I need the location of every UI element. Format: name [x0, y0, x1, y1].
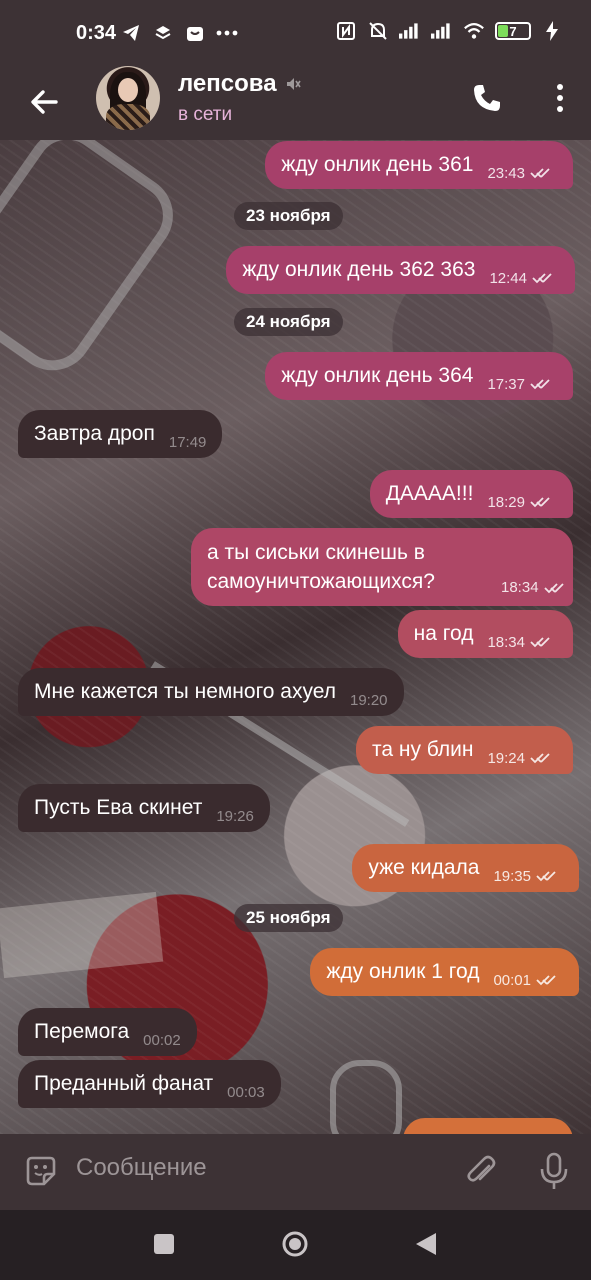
telegram-icon — [120, 22, 142, 44]
microphone-icon[interactable] — [539, 1152, 569, 1190]
wallpaper-chain — [0, 140, 189, 386]
message-input-bar: Сообщение — [0, 1134, 591, 1210]
nav-back-button[interactable] — [414, 1231, 438, 1257]
message-time: 19:20 — [349, 691, 388, 709]
wallpaper-pin-loop — [330, 1060, 402, 1134]
outgoing-message[interactable]: та ну блин 19:24 — [355, 726, 573, 774]
layers-icon — [152, 22, 174, 44]
emoji-sticker-icon[interactable] — [24, 1154, 58, 1188]
incoming-message[interactable]: Перемога 00:02 — [18, 1008, 197, 1056]
message-text: жду онлик день 364 — [281, 364, 474, 387]
message-text: Преданный фанат — [34, 1072, 214, 1095]
message-time: 00:02 — [143, 1031, 181, 1049]
date-separator: 25 ноября — [234, 904, 343, 932]
message-text: уже кидала — [368, 856, 480, 879]
message-text: Мне кажется ты немного ахуел — [34, 680, 336, 703]
outgoing-message[interactable]: жду онлик день 362 363 12:44 — [226, 246, 575, 294]
date-separator: 23 ноября — [234, 202, 343, 230]
read-check-icon — [530, 168, 550, 179]
message-time: 19:24 — [487, 749, 525, 767]
status-time: 0:34 — [76, 22, 117, 44]
read-check-icon — [530, 497, 550, 508]
chat-header: лепсова в сети — [0, 66, 591, 140]
wallpaper-paper — [0, 891, 164, 979]
charging-icon — [541, 20, 563, 42]
more-notifications-icon — [216, 22, 238, 44]
message-time: 19:35 — [493, 867, 531, 885]
signal-icon-2 — [431, 20, 453, 42]
date-separator: 24 ноября — [234, 308, 343, 336]
message-time: 18:34 — [487, 633, 525, 651]
outgoing-message[interactable]: на год 18:34 — [397, 610, 573, 658]
date-label: 25 ноября — [246, 908, 331, 927]
recents-button[interactable] — [154, 1234, 174, 1254]
message-time: 23:43 — [487, 164, 525, 182]
message-time: 12:44 — [489, 269, 527, 287]
incoming-message[interactable]: Мне кажется ты немного ахуел 19:20 — [18, 668, 404, 716]
message-input[interactable]: Сообщение — [76, 1154, 207, 1182]
wifi-icon — [463, 20, 485, 42]
read-check-icon — [536, 975, 556, 986]
outgoing-message[interactable]: а ты сиськи скинешь в самоуничтожающихся… — [191, 528, 573, 606]
back-arrow-icon[interactable] — [26, 84, 62, 120]
message-time: 18:29 — [487, 493, 525, 511]
nfc-icon — [335, 20, 357, 42]
message-text: Перемога — [34, 1020, 130, 1043]
shopping-bag-icon — [184, 22, 206, 44]
muted-icon — [286, 78, 301, 90]
message-text: на год — [413, 622, 474, 645]
message-text: та ну блин — [371, 738, 474, 761]
paperclip-icon[interactable] — [465, 1154, 499, 1188]
incoming-message[interactable]: Преданный фанат 00:03 — [18, 1060, 281, 1108]
battery-level: 7 — [509, 23, 517, 39]
incoming-message[interactable]: Пусть Ева скинет 19:26 — [18, 784, 270, 832]
date-label: 24 ноября — [246, 312, 331, 331]
outgoing-message[interactable]: жду онлик день 361 23:43 — [265, 141, 573, 189]
message-text: а ты сиськи скинешь в самоуничтожающихся… — [207, 541, 435, 593]
read-check-icon — [530, 379, 550, 390]
read-check-icon — [536, 871, 556, 882]
message-text: Завтра дроп — [34, 422, 155, 445]
read-check-icon — [530, 753, 550, 764]
message-time: 00:01 — [493, 971, 531, 989]
message-text: ДАААА!!! — [385, 482, 474, 505]
outgoing-message[interactable]: жду онлик 1 год 00:01 — [310, 948, 579, 996]
outgoing-message[interactable]: уже кидала 19:35 — [352, 844, 579, 892]
message-text: жду онлик день 362 363 — [242, 258, 476, 281]
home-button[interactable] — [281, 1230, 309, 1258]
phone-icon[interactable] — [471, 82, 503, 114]
incoming-message[interactable]: Завтра дроп 17:49 — [18, 410, 223, 458]
date-label: 23 ноября — [246, 206, 331, 225]
message-time: 17:37 — [487, 375, 525, 393]
status-bar: 0:34 7 — [0, 0, 591, 66]
system-nav-bar — [0, 1210, 591, 1280]
contact-status: в сети — [178, 104, 233, 125]
read-check-icon — [532, 273, 552, 284]
message-time: 00:03 — [227, 1083, 265, 1101]
avatar[interactable] — [96, 66, 160, 130]
message-text: жду онлик 1 год — [326, 960, 480, 983]
outgoing-message[interactable]: ДАААА!!! 18:29 — [369, 470, 573, 518]
outgoing-message[interactable]: жду онлик день 364 17:37 — [265, 352, 573, 400]
notifications-off-icon — [367, 20, 389, 42]
battery-indicator: 7 — [495, 22, 531, 40]
message-time: 18:34 — [501, 579, 539, 596]
message-time: 19:26 — [216, 807, 254, 825]
chat-area[interactable]: жду онлик день 361 23:43 23 ноября жду о… — [0, 140, 591, 1134]
message-text: жду онлик день 361 — [281, 153, 474, 176]
message-time: 17:49 — [168, 433, 207, 451]
message-text: Пусть Ева скинет — [34, 796, 203, 819]
read-check-icon — [530, 637, 550, 648]
signal-icon — [399, 20, 421, 42]
read-check-icon — [543, 582, 564, 593]
outgoing-message-partial[interactable] — [403, 1118, 573, 1134]
contact-title[interactable]: лепсова — [178, 70, 301, 98]
contact-name: лепсова — [178, 70, 277, 97]
more-options-icon[interactable] — [553, 82, 567, 114]
